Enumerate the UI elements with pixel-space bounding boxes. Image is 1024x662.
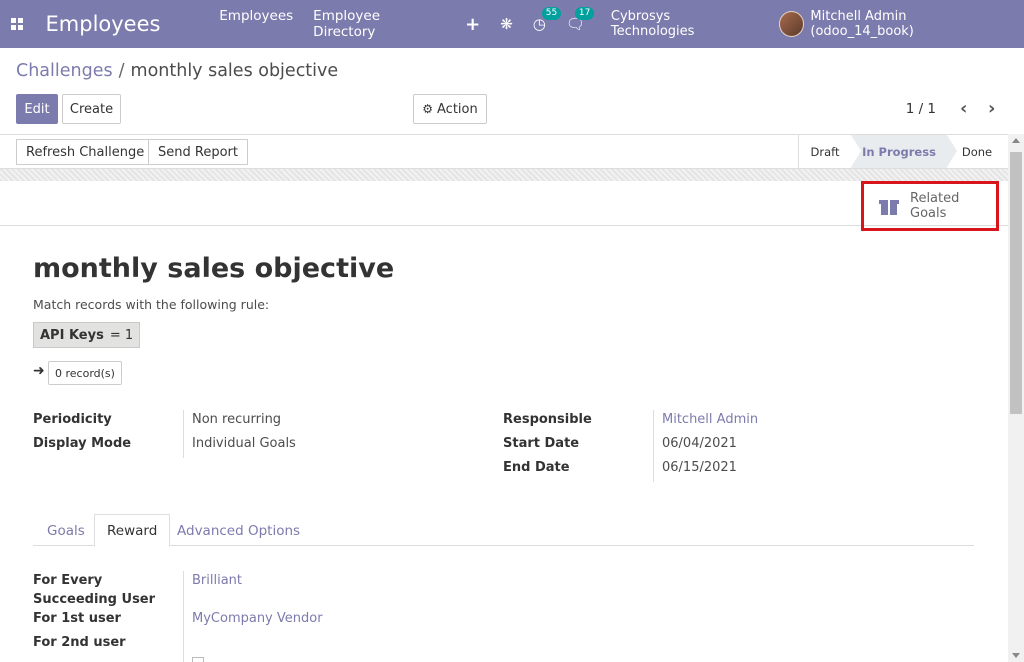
- notebook-tabs: Goals Reward Advanced Options: [33, 514, 974, 547]
- related-goals-line2: Goals: [910, 206, 947, 221]
- create-button[interactable]: Create: [62, 94, 121, 124]
- send-report-button[interactable]: Send Report: [148, 139, 248, 165]
- field-divider: [183, 410, 184, 458]
- debug-bug-icon[interactable]: ❋: [500, 15, 513, 33]
- pager-previous-icon[interactable]: ‹: [960, 98, 967, 119]
- stage-in-progress[interactable]: In Progress: [851, 135, 957, 168]
- top-navbar: Employees Employees Employee Directory +…: [0, 0, 1024, 48]
- stage-done[interactable]: Done: [947, 135, 1007, 168]
- field-divider: [183, 571, 184, 662]
- pager-value[interactable]: 1 / 1: [906, 101, 936, 117]
- scroll-thumb[interactable]: [1010, 152, 1022, 414]
- new-menu-plus-icon[interactable]: +: [465, 14, 480, 35]
- tab-reward[interactable]: Reward: [94, 514, 171, 547]
- for-every-label-2: Succeeding User: [33, 592, 156, 607]
- action-label: Action: [437, 101, 478, 117]
- tab-advanced-options[interactable]: Advanced Options: [165, 514, 312, 547]
- periodicity-value: Non recurring: [192, 412, 282, 427]
- related-goals-button[interactable]: Related Goals: [861, 181, 999, 231]
- arrow-right-icon: ➜: [33, 363, 45, 379]
- app-title[interactable]: Employees: [46, 12, 204, 36]
- user-menu[interactable]: Mitchell Admin (odoo_14_book): [810, 9, 1010, 39]
- rule-label: Match records with the following rule:: [33, 297, 270, 312]
- stage-selector: Draft In Progress Done: [798, 135, 1007, 168]
- scroll-up-icon[interactable]: [1012, 138, 1020, 143]
- main-menu: Employees Employee Directory: [209, 8, 453, 40]
- end-date-label: End Date: [503, 460, 570, 475]
- domain-operator: = 1: [109, 327, 134, 343]
- periodicity-label: Periodicity: [33, 412, 112, 427]
- domain-field: API Keys: [40, 327, 104, 343]
- responsible-value[interactable]: Mitchell Admin: [662, 412, 758, 427]
- messages-badge: 17: [574, 7, 595, 20]
- records-count-button[interactable]: 0 record(s): [48, 361, 122, 385]
- related-goals-line1: Related: [910, 191, 960, 206]
- edit-button[interactable]: Edit: [16, 94, 58, 124]
- start-date-value: 06/04/2021: [662, 436, 737, 451]
- first-user-value[interactable]: MyCompany Vendor: [192, 611, 323, 626]
- button-box: Related Goals: [0, 181, 1008, 231]
- display-mode-label: Display Mode: [33, 436, 132, 451]
- responsible-label: Responsible: [503, 412, 592, 427]
- for-every-value[interactable]: Brilliant: [192, 573, 242, 588]
- for-every-label-1: For Every: [33, 573, 103, 588]
- form-statusbar: Refresh Challenge Send Report Draft In P…: [0, 134, 1024, 169]
- end-date-value: 06/15/2021: [662, 460, 737, 475]
- messages-chat-icon[interactable]: 🗨 17: [566, 7, 595, 33]
- scroll-down-icon[interactable]: [1012, 653, 1020, 658]
- activities-clock-icon[interactable]: ◷ 55: [533, 7, 562, 33]
- systray: ❋ ◷ 55 🗨 17 Cybrosys Technologies Mitchell…: [480, 7, 1010, 39]
- display-mode-value: Individual Goals: [192, 436, 296, 451]
- breadcrumb: Challenges / monthly sales objective: [16, 61, 338, 81]
- vertical-scrollbar[interactable]: [1008, 134, 1024, 662]
- menu-item-employees[interactable]: Employees: [209, 8, 303, 40]
- tab-goals[interactable]: Goals: [35, 514, 97, 547]
- breadcrumb-challenges-link[interactable]: Challenges: [16, 61, 113, 81]
- activities-badge: 55: [541, 7, 562, 20]
- pager-next-icon[interactable]: ›: [988, 98, 995, 119]
- sheet-background: [0, 169, 1008, 181]
- second-user-label: For 2nd user: [33, 635, 126, 650]
- company-switcher[interactable]: Cybrosys Technologies: [611, 9, 755, 39]
- gear-icon: ⚙: [422, 102, 434, 116]
- form-sheet: Related Goals monthly sales objective Ma…: [0, 181, 1008, 662]
- apps-menu-icon[interactable]: [0, 0, 34, 48]
- related-goals-label: Related Goals: [910, 191, 970, 221]
- field-divider: [653, 410, 654, 482]
- stage-draft[interactable]: Draft: [799, 135, 851, 168]
- breadcrumb-separator: /: [118, 61, 125, 81]
- record-title: monthly sales objective: [33, 253, 395, 284]
- refresh-challenge-button[interactable]: Refresh Challenge: [16, 139, 155, 165]
- action-button[interactable]: ⚙ Action: [413, 94, 487, 124]
- breadcrumb-current: monthly sales objective: [130, 61, 339, 81]
- start-date-label: Start Date: [503, 436, 580, 451]
- gift-icon: [878, 196, 900, 216]
- user-avatar[interactable]: [778, 11, 805, 37]
- domain-rule-chip: API Keys = 1: [33, 322, 141, 348]
- menu-item-employee-directory[interactable]: Employee Directory: [303, 8, 453, 40]
- reward-checkbox[interactable]: [192, 657, 204, 662]
- first-user-label: For 1st user: [33, 611, 121, 626]
